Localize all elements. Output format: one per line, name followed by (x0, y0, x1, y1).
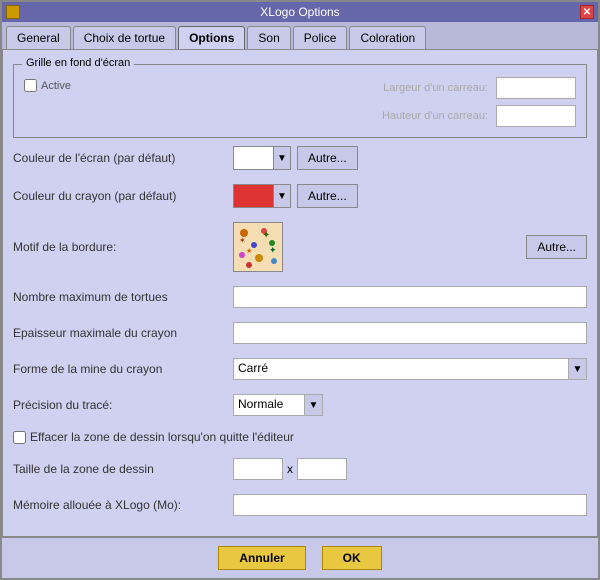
couleur-crayon-combo[interactable]: ▼ (233, 184, 291, 208)
couleur-crayon-row: Couleur du crayon (par défaut) ▼ Autre..… (13, 184, 587, 208)
tab-choix-tortue[interactable]: Choix de tortue (73, 26, 176, 49)
content-area: Grille en fond d'écran Active Largeur d'… (2, 49, 598, 537)
taille-height-input[interactable]: 1000 (297, 458, 347, 480)
grille-fields: Largeur d'un carreau: 10 Hauteur d'un ca… (91, 77, 576, 127)
annuler-button[interactable]: Annuler (218, 546, 305, 570)
window-icon (6, 5, 20, 19)
epaisseur-row: Epaisseur maximale du crayon -1 (13, 322, 587, 344)
ecran-color-swatch (234, 147, 274, 169)
couleur-ecran-row: Couleur de l'écran (par défaut) ▼ Autre.… (13, 146, 587, 170)
active-label: Active (41, 80, 71, 92)
svg-text:✶: ✶ (239, 236, 246, 245)
tab-general[interactable]: General (6, 26, 71, 49)
tab-options[interactable]: Options (178, 26, 245, 49)
nombre-tortues-input[interactable]: 16 (233, 286, 587, 308)
memoire-label: Mémoire allouée à XLogo (Mo): (13, 498, 233, 512)
hauteur-label: Hauteur d'un carreau: (91, 110, 488, 122)
tab-son[interactable]: Son (247, 26, 290, 49)
main-window: XLogo Options ✕ General Choix de tortue … (0, 0, 600, 580)
motif-row: Motif de la bordure: ✦ ✶ ✦ (13, 222, 587, 272)
precision-label: Précision du tracé: (13, 398, 233, 412)
motif-autre-button[interactable]: Autre... (526, 235, 587, 259)
taille-label: Taille de la zone de dessin (13, 462, 233, 476)
taille-sep: x (287, 462, 293, 476)
tab-coloration[interactable]: Coloration (349, 26, 426, 49)
window-title: XLogo Options (260, 5, 339, 19)
ecran-autre-button[interactable]: Autre... (297, 146, 358, 170)
epaisseur-input[interactable]: -1 (233, 322, 587, 344)
couleur-ecran-label: Couleur de l'écran (par défaut) (13, 151, 233, 165)
epaisseur-label: Epaisseur maximale du crayon (13, 326, 233, 340)
crayon-color-arrow[interactable]: ▼ (274, 185, 290, 207)
largeur-label: Largeur d'un carreau: (91, 82, 488, 94)
largeur-row: Largeur d'un carreau: 10 (91, 77, 576, 99)
forme-label: Forme de la mine du crayon (13, 362, 233, 376)
forme-row: Forme de la mine du crayon Carré ▼ (13, 358, 587, 380)
effacer-checkbox[interactable] (13, 431, 26, 444)
crayon-color-swatch (234, 185, 274, 207)
precision-arrow[interactable]: ▼ (304, 395, 322, 415)
memoire-row: Mémoire allouée à XLogo (Mo): 64 (13, 494, 587, 516)
effacer-label: Effacer la zone de dessin lorsqu'on quit… (30, 430, 294, 444)
hauteur-row: Hauteur d'un carreau: 10 (91, 105, 576, 127)
tab-bar: General Choix de tortue Options Son Poli… (2, 22, 598, 49)
forme-select[interactable]: Carré ▼ (233, 358, 587, 380)
precision-row: Précision du tracé: Normale ▼ (13, 394, 587, 416)
couleur-ecran-combo[interactable]: ▼ (233, 146, 291, 170)
precision-select[interactable]: Normale ▼ (233, 394, 323, 416)
forme-arrow[interactable]: ▼ (568, 359, 586, 379)
grille-title: Grille en fond d'écran (22, 57, 134, 69)
ok-button[interactable]: OK (322, 546, 382, 570)
couleur-crayon-label: Couleur du crayon (par défaut) (13, 189, 233, 203)
active-checkbox[interactable] (24, 79, 37, 92)
motif-label: Motif de la bordure: (13, 240, 233, 254)
ecran-color-arrow[interactable]: ▼ (274, 147, 290, 169)
hauteur-input[interactable]: 10 (496, 105, 576, 127)
grille-group: Grille en fond d'écran Active Largeur d'… (13, 64, 587, 138)
svg-text:✦: ✦ (269, 245, 277, 255)
close-button[interactable]: ✕ (580, 5, 594, 19)
largeur-input[interactable]: 10 (496, 77, 576, 99)
taille-row: Taille de la zone de dessin 1000 x 1000 (13, 458, 587, 480)
effacer-row: Effacer la zone de dessin lorsqu'on quit… (13, 430, 587, 444)
svg-text:✦: ✦ (262, 230, 270, 241)
memoire-input[interactable]: 64 (233, 494, 587, 516)
motif-image: ✦ ✶ ✦ ★ (233, 222, 283, 272)
forme-value: Carré (234, 359, 568, 379)
precision-value: Normale (234, 395, 304, 415)
crayon-autre-button[interactable]: Autre... (297, 184, 358, 208)
footer: Annuler OK (2, 537, 598, 578)
svg-text:★: ★ (246, 247, 252, 255)
nombre-tortues-label: Nombre maximum de tortues (13, 290, 233, 304)
tab-police[interactable]: Police (293, 26, 348, 49)
title-bar: XLogo Options ✕ (2, 2, 598, 22)
taille-width-input[interactable]: 1000 (233, 458, 283, 480)
nombre-tortues-row: Nombre maximum de tortues 16 (13, 286, 587, 308)
